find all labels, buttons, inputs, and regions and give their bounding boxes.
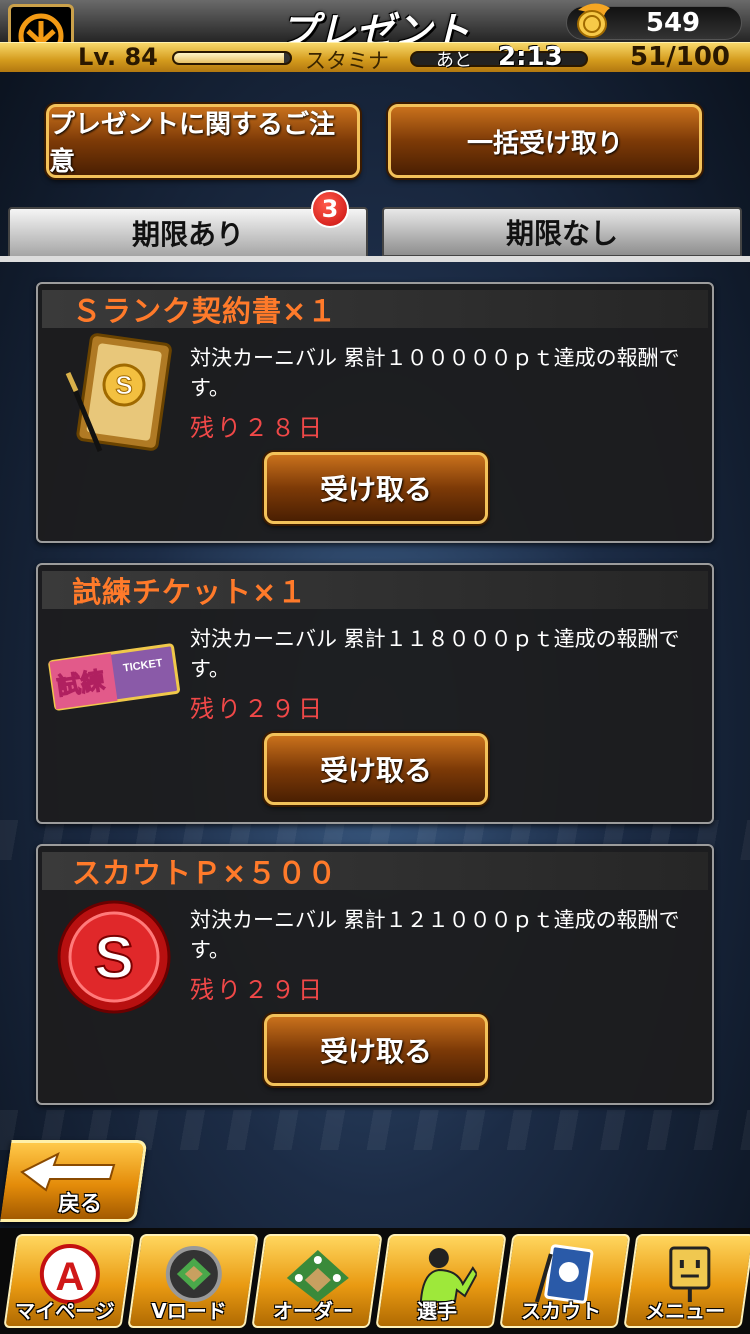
scout-point-coin-icon: S: [48, 892, 180, 1022]
back-button-label: 戻る: [58, 1192, 103, 1217]
present-description: 対決カーニバル 累計１０００００ｐｔ達成の報酬です。: [190, 346, 680, 400]
recovery-timer: 2:13: [498, 42, 563, 72]
nav-label: 選手: [416, 1299, 457, 1323]
coin-count: 549: [645, 8, 701, 38]
nav-label: Vロード: [151, 1299, 227, 1323]
tab-count-badge: 3: [311, 190, 349, 228]
svg-text:S: S: [115, 370, 132, 400]
receive-all-button[interactable]: 一括受け取り: [388, 104, 702, 178]
level-stamina-bar: Lv. 84 スタミナ あと 2:13 51/100: [0, 42, 750, 73]
nav-label: メニュー: [644, 1299, 725, 1323]
present-remaining-days: 残り２９日: [190, 976, 325, 1004]
top-status-bar: プレゼント 549 Lv. 84 スタミナ あと 2:13 51/100: [0, 0, 750, 73]
present-title: Ｓランク契約書×１: [42, 290, 708, 328]
present-notice-button[interactable]: プレゼントに関するご注意: [46, 104, 360, 178]
nav-label: マイページ: [15, 1299, 115, 1323]
nav-scout[interactable]: スカウト: [499, 1234, 631, 1328]
present-description: 対決カーニバル 累計１２１０００ｐｔ達成の報酬です。: [190, 908, 680, 962]
tab-underline: [0, 256, 750, 262]
trial-ticket-icon: 試練 TICKET: [48, 611, 180, 741]
nav-label: スカウト: [520, 1299, 601, 1323]
present-remaining-days: 残り２９日: [190, 695, 325, 723]
my-page-letter: A: [55, 1255, 84, 1299]
present-title: 試練チケット×１: [42, 571, 708, 609]
nav-menu[interactable]: メニュー: [623, 1234, 750, 1328]
stamina-label: スタミナ: [305, 49, 389, 73]
nav-my-page[interactable]: A マイページ: [3, 1234, 135, 1328]
nav-order[interactable]: オーダー: [251, 1234, 383, 1328]
present-card: 試練チケット×１ 試練 TICKET 対決カーニバル 累計１１８０００ｐｔ達成の…: [36, 563, 714, 824]
coin-letter: S: [94, 924, 134, 991]
present-remaining-days: 残り２８日: [190, 414, 325, 442]
present-card: スカウトＰ×５００ S 対決カーニバル 累計１２１０００ｐｔ達成の報酬です。 残…: [36, 844, 714, 1105]
receive-button[interactable]: 受け取る: [264, 1014, 488, 1086]
nav-label: オーダー: [272, 1299, 353, 1323]
tab-no-expiry[interactable]: 期限なし: [382, 207, 742, 257]
nav-v-road[interactable]: Vロード: [127, 1234, 259, 1328]
present-card: Ｓランク契約書×１ S 対決カーニバル 累計１０００００ｐｔ達成の報酬です。 残…: [36, 282, 714, 543]
receive-button[interactable]: 受け取る: [264, 733, 488, 805]
present-description: 対決カーニバル 累計１１８０００ｐｔ達成の報酬です。: [190, 627, 680, 681]
stamina-value: 51/100: [630, 42, 730, 72]
nav-players[interactable]: 選手: [375, 1234, 507, 1328]
present-title: スカウトＰ×５００: [42, 852, 708, 890]
exp-gauge-fill: [174, 53, 285, 63]
recovery-label: あと: [436, 50, 472, 71]
s-rank-contract-icon: S: [48, 330, 180, 460]
player-level: Lv. 84: [78, 43, 158, 71]
receive-button[interactable]: 受け取る: [264, 452, 488, 524]
exp-gauge: [172, 51, 292, 65]
